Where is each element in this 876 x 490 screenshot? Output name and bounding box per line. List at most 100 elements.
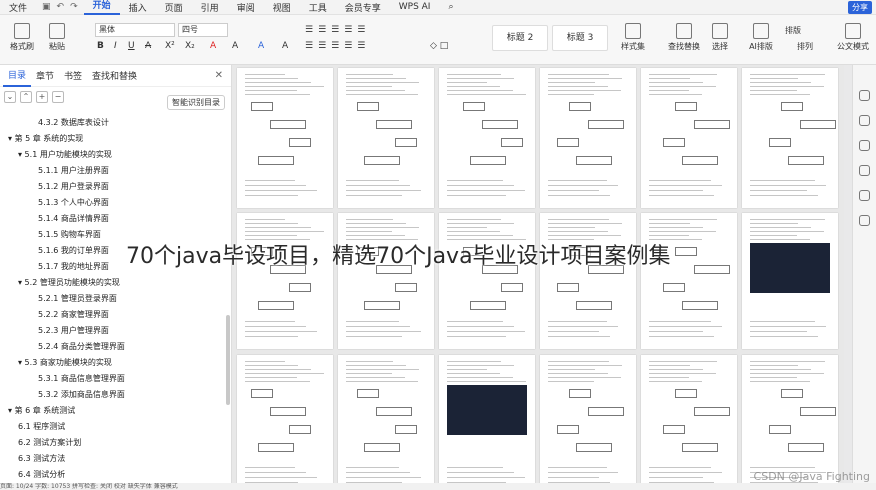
find-replace-button[interactable]: 查找替换 xyxy=(664,23,704,52)
font-color-button[interactable]: A xyxy=(210,41,216,51)
underline-button[interactable]: U xyxy=(128,41,135,51)
toc-item[interactable]: 6.3 测试方法 xyxy=(0,451,232,467)
sidebar-tool-icon[interactable] xyxy=(859,115,870,126)
tab-bookmarks[interactable]: 书签 xyxy=(59,69,87,82)
toc-item[interactable]: 5.2.2 商家管理界面 xyxy=(0,307,232,323)
page-thumbnail[interactable] xyxy=(338,355,434,483)
page-thumbnail[interactable] xyxy=(742,213,838,349)
sidebar-tool-icon[interactable] xyxy=(859,165,870,176)
toc-item[interactable]: 5.1.1 用户注册界面 xyxy=(0,163,232,179)
toc-item[interactable]: 6.1 程序测试 xyxy=(0,419,232,435)
tab-view[interactable]: 视图 xyxy=(264,1,300,14)
format-painter-button[interactable]: 格式刷 xyxy=(6,23,38,52)
remove-icon[interactable]: − xyxy=(52,91,64,103)
page-thumbnail[interactable] xyxy=(439,68,535,208)
page-thumbnail[interactable] xyxy=(540,355,636,483)
toc-item[interactable]: 5.2.4 商品分类管理界面 xyxy=(0,339,232,355)
toc-item[interactable]: 6.2 测试方案计划 xyxy=(0,435,232,451)
page-thumbnail[interactable] xyxy=(641,68,737,208)
paste-button[interactable]: 粘贴 xyxy=(42,23,72,52)
align-buttons[interactable]: ☰☰☰☰☰ xyxy=(305,41,370,51)
superscript-button[interactable]: X² xyxy=(165,41,175,51)
page-thumbnail[interactable] xyxy=(742,68,838,208)
sort-button[interactable]: 排列 xyxy=(797,41,813,52)
undo-icon[interactable]: ↶ xyxy=(57,2,65,12)
search-icon[interactable]: ⌕ xyxy=(439,2,462,12)
official-mode-button[interactable]: 公文模式 xyxy=(834,23,872,52)
tab-member[interactable]: 会员专享 xyxy=(336,1,390,14)
toc-item[interactable]: ▾ 第 5 章 系统的实现 xyxy=(0,131,232,147)
highlight-button[interactable]: A xyxy=(232,41,238,51)
sidebar-tool-icon[interactable] xyxy=(859,215,870,226)
page-thumbnail[interactable] xyxy=(742,355,838,483)
save-icon[interactable]: ▣ xyxy=(42,2,51,12)
page-thumbnail[interactable] xyxy=(540,213,636,349)
page-thumbnail[interactable] xyxy=(338,68,434,208)
page-thumbnail[interactable] xyxy=(237,68,333,208)
select-button[interactable]: 选择 xyxy=(706,23,734,52)
shading-button[interactable]: ◇ □ xyxy=(430,41,448,51)
bold-button[interactable]: B xyxy=(97,41,104,51)
tab-review[interactable]: 审阅 xyxy=(228,1,264,14)
page-thumbnail[interactable] xyxy=(338,213,434,349)
tab-wps-ai[interactable]: WPS AI xyxy=(390,2,440,12)
toc-item[interactable]: 5.3.2 添加商品信息界面 xyxy=(0,387,232,403)
expand-icon[interactable]: ⌃ xyxy=(20,91,32,103)
smart-toc-button[interactable]: 智能识别目录 xyxy=(167,95,225,110)
page-thumbnail[interactable] xyxy=(641,355,737,483)
tab-find-replace[interactable]: 查找和替换 xyxy=(87,69,142,82)
text-color-button[interactable]: A xyxy=(258,41,264,51)
menu-file[interactable]: 文件 xyxy=(0,1,36,14)
subscript-button[interactable]: X₂ xyxy=(185,41,195,51)
toc-item[interactable]: 5.1.2 用户登录界面 xyxy=(0,179,232,195)
page-thumbnail[interactable] xyxy=(439,213,535,349)
style-heading-3[interactable]: 标题 3 xyxy=(552,25,608,51)
toc-item[interactable]: ▾ 5.3 商家功能模块的实现 xyxy=(0,355,232,371)
ai-layout-button[interactable]: AI排版 xyxy=(744,23,778,52)
share-button[interactable]: 分享 xyxy=(848,1,872,14)
style-heading-2[interactable]: 标题 2 xyxy=(492,25,548,51)
toc-item[interactable]: 4.3.2 数据库表设计 xyxy=(0,115,232,131)
toc-item[interactable]: 5.1.3 个人中心界面 xyxy=(0,195,232,211)
font-select[interactable]: 黑体 xyxy=(95,23,175,37)
page-thumbnail[interactable] xyxy=(540,68,636,208)
toc-item[interactable]: ▾ 5.2 管理员功能模块的实现 xyxy=(0,275,232,291)
sidebar-tool-icon[interactable] xyxy=(859,190,870,201)
text-line xyxy=(548,74,609,75)
font-size-select[interactable]: 四号 xyxy=(178,23,228,37)
tab-reference[interactable]: 引用 xyxy=(192,1,228,14)
toc-item[interactable]: 5.2.3 用户管理界面 xyxy=(0,323,232,339)
toc-item[interactable]: 5.1.4 商品详情界面 xyxy=(0,211,232,227)
toc-item[interactable]: 5.3.1 商品信息管理界面 xyxy=(0,371,232,387)
sidebar-tool-icon[interactable] xyxy=(859,90,870,101)
panel-scrollbar[interactable] xyxy=(226,315,230,405)
italic-button[interactable]: I xyxy=(114,41,117,51)
page-thumbnail[interactable] xyxy=(439,355,535,483)
char-shade-button[interactable]: A xyxy=(282,41,288,51)
redo-icon[interactable]: ↷ xyxy=(70,2,78,12)
collapse-icon[interactable]: ⌄ xyxy=(4,91,16,103)
tab-home[interactable]: 开始 xyxy=(83,0,120,15)
page-thumbnail[interactable] xyxy=(237,213,333,349)
close-icon[interactable]: ✕ xyxy=(215,70,223,81)
toc-item[interactable]: 6.4 测试分析 xyxy=(0,467,232,483)
page-thumbnail[interactable] xyxy=(237,355,333,483)
tab-page[interactable]: 页面 xyxy=(156,1,192,14)
strikethrough-button[interactable]: A xyxy=(145,41,151,51)
layout-button[interactable]: 排版 xyxy=(785,25,801,36)
sidebar-tool-icon[interactable] xyxy=(859,140,870,151)
diagram-box xyxy=(694,407,730,416)
tab-tools[interactable]: 工具 xyxy=(300,1,336,14)
add-icon[interactable]: + xyxy=(36,91,48,103)
diagram-box xyxy=(470,301,506,310)
toc-item[interactable]: ▾ 第 6 章 系统测试 xyxy=(0,403,232,419)
tab-toc[interactable]: 目录 xyxy=(3,65,32,87)
toc-item[interactable]: ▾ 5.1 用户功能模块的实现 xyxy=(0,147,232,163)
list-buttons[interactable]: ☰☰☰☰☰ xyxy=(305,25,370,35)
toc-item[interactable]: 5.2.1 管理员登录界面 xyxy=(0,291,232,307)
text-line xyxy=(447,231,500,232)
page-thumbnail[interactable] xyxy=(641,213,737,349)
style-set-button[interactable]: 样式集 xyxy=(618,23,648,52)
tab-insert[interactable]: 插入 xyxy=(120,1,156,14)
tab-chapters[interactable]: 章节 xyxy=(31,69,59,82)
